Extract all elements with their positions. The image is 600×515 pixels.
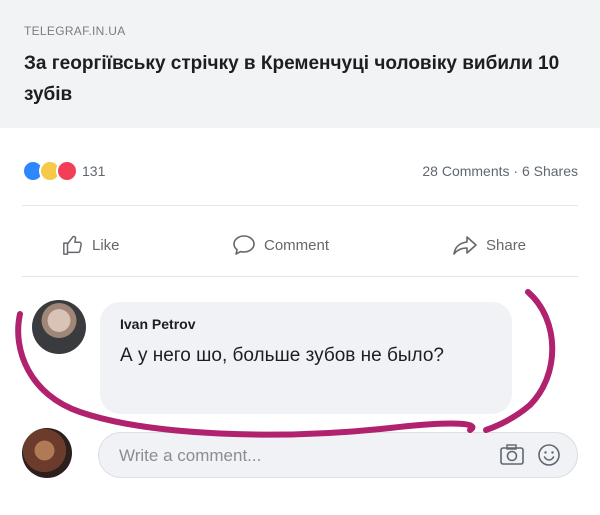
- like-label: Like: [92, 236, 120, 254]
- share-icon: [453, 236, 477, 255]
- comment-bubble: Ivan Petrov А у него шо, больше зубов не…: [100, 302, 512, 414]
- comment-composer[interactable]: [98, 432, 578, 478]
- divider: [22, 205, 578, 206]
- link-title[interactable]: За георгіївську стрічку в Кременчуці чол…: [24, 48, 584, 110]
- comment-label: Comment: [264, 236, 330, 254]
- emoji-icon[interactable]: [537, 443, 561, 467]
- comment-input[interactable]: [117, 441, 461, 471]
- link-source: TELEGRAF.IN.UA: [24, 24, 126, 38]
- like-icon: [63, 235, 82, 255]
- share-label: Share: [486, 236, 527, 254]
- comments-shares-count[interactable]: 28 Comments · 6 Shares: [422, 163, 578, 179]
- reactions-bar: 131 28 Comments · 6 Shares: [0, 150, 600, 190]
- current-user-avatar[interactable]: [22, 428, 72, 478]
- love-reaction-icon: [56, 160, 78, 182]
- comment-author[interactable]: Ivan Petrov: [120, 316, 195, 332]
- comment-text: А у него шо, больше зубов не было?: [120, 345, 444, 366]
- comment-button[interactable]: Comment: [232, 232, 329, 258]
- share-button[interactable]: Share: [452, 232, 526, 258]
- reaction-count[interactable]: 131: [82, 163, 105, 179]
- link-preview[interactable]: TELEGRAF.IN.UA За георгіївську стрічку в…: [0, 0, 600, 128]
- divider: [22, 276, 578, 277]
- post-actions: Like Comment Share: [0, 222, 600, 266]
- camera-icon[interactable]: [499, 443, 525, 467]
- comment-icon: [233, 235, 255, 255]
- avatar[interactable]: [32, 300, 86, 354]
- like-button[interactable]: Like: [62, 232, 120, 258]
